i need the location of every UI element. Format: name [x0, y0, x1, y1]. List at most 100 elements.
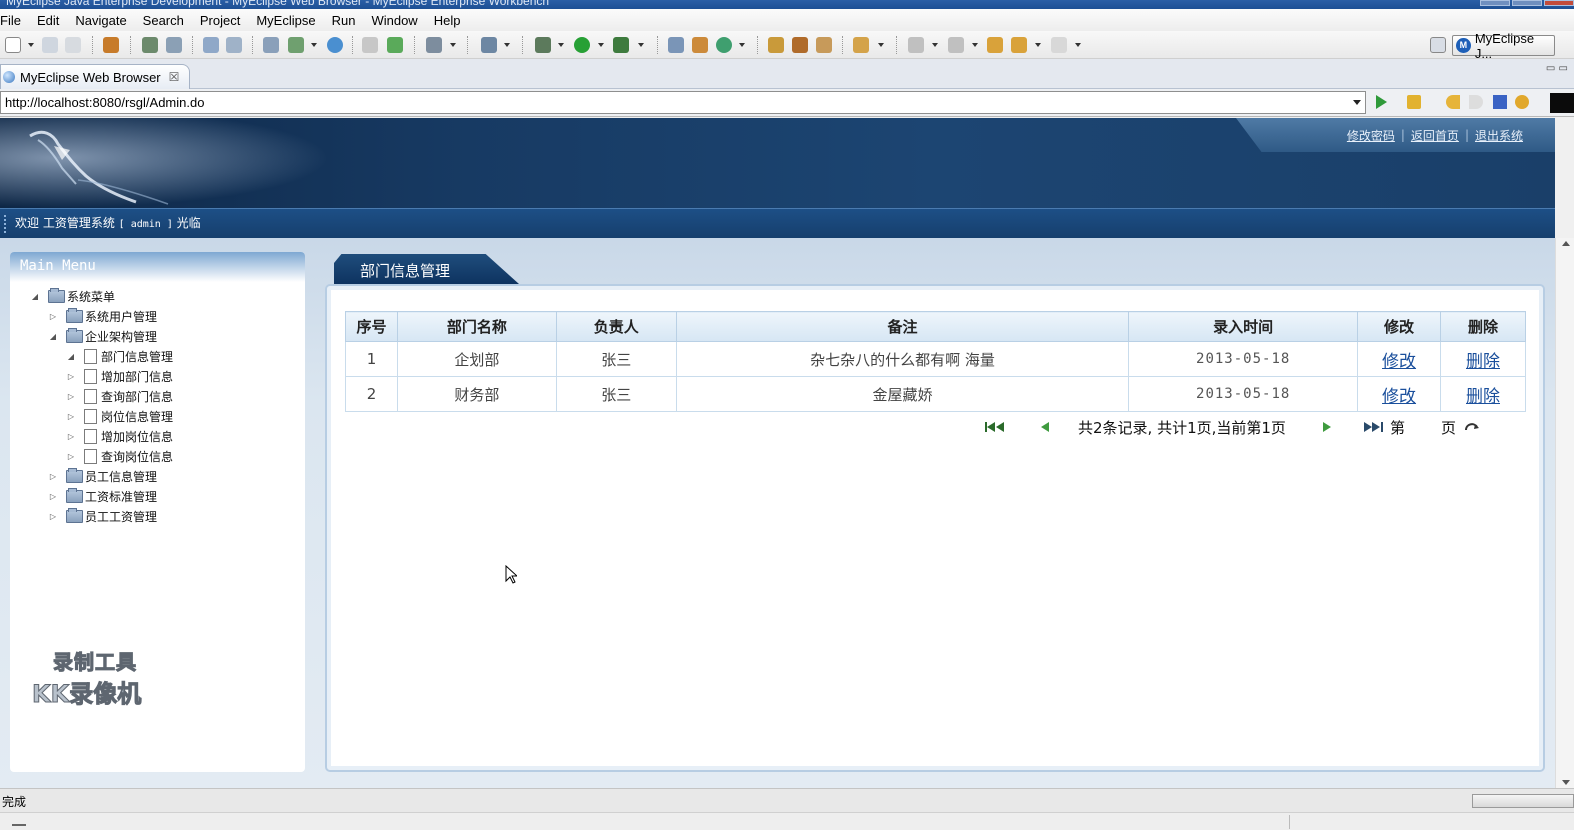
perspective-button[interactable]: M MyEclipse J... — [1452, 31, 1555, 61]
new-package-icon[interactable] — [692, 37, 708, 53]
browser-menu-icon[interactable] — [1550, 93, 1574, 113]
scroll-up-icon[interactable] — [1562, 241, 1570, 246]
first-page-icon[interactable] — [984, 421, 1006, 433]
chevron-down-icon[interactable] — [638, 43, 644, 47]
logout-link[interactable]: 退出系统 — [1475, 127, 1523, 144]
chevron-down-icon[interactable] — [932, 43, 938, 47]
tree-item-org[interactable]: ◢ 企业架构管理 — [48, 326, 157, 346]
fast-view-icon[interactable] — [12, 818, 26, 826]
undeploy-icon[interactable] — [226, 37, 242, 53]
menu-file[interactable]: File — [0, 13, 29, 28]
tree-item-dept-info[interactable]: ◢ 部门信息管理 — [66, 346, 173, 366]
db-icon[interactable] — [263, 37, 279, 53]
chevron-down-icon[interactable] — [311, 43, 317, 47]
menu-project[interactable]: Project — [192, 13, 248, 28]
url-input[interactable] — [0, 91, 1366, 114]
chevron-down-icon[interactable] — [28, 43, 34, 47]
task-icon[interactable] — [816, 37, 832, 53]
add-icon[interactable] — [387, 37, 403, 53]
chevron-down-icon[interactable] — [504, 43, 510, 47]
go-icon[interactable] — [1376, 95, 1387, 109]
camera-icon[interactable] — [426, 37, 442, 53]
debug-icon[interactable] — [535, 37, 551, 53]
new-icon[interactable] — [5, 37, 21, 53]
vertical-scrollbar[interactable] — [1555, 238, 1574, 788]
open-type-icon[interactable] — [481, 37, 497, 53]
chevron-down-icon[interactable] — [1075, 43, 1081, 47]
deploy-icon[interactable] — [203, 37, 219, 53]
globe-icon[interactable] — [327, 37, 343, 53]
collapse-icon[interactable]: ◢ — [48, 332, 58, 341]
tree-item-add-dept[interactable]: ▷ 增加部门信息 — [66, 366, 173, 386]
edit-link[interactable]: 修改 — [1382, 387, 1416, 407]
back-icon[interactable] — [1011, 37, 1027, 53]
server-icon[interactable] — [166, 37, 182, 53]
tree-item-post-info[interactable]: ▷ 岗位信息管理 — [66, 406, 173, 426]
tree-item-system-users[interactable]: ▷ 系统用户管理 — [48, 306, 157, 326]
chevron-down-icon[interactable] — [1353, 100, 1361, 105]
link-icon[interactable] — [362, 37, 378, 53]
gear-icon[interactable] — [142, 37, 158, 53]
expand-icon[interactable]: ▷ — [48, 472, 58, 481]
menu-window[interactable]: Window — [363, 13, 425, 28]
expand-icon[interactable]: ▷ — [48, 512, 58, 521]
forward-icon[interactable] — [1051, 37, 1067, 53]
expand-icon[interactable]: ▷ — [66, 432, 76, 441]
back-icon[interactable] — [1446, 95, 1460, 109]
external-tools-icon[interactable] — [613, 37, 629, 53]
run-icon[interactable] — [574, 37, 590, 53]
tree-item-add-post[interactable]: ▷ 增加岗位信息 — [66, 426, 173, 446]
expand-icon[interactable]: ▷ — [66, 412, 76, 421]
search-icon[interactable] — [853, 37, 869, 53]
chevron-down-icon[interactable] — [878, 43, 884, 47]
package-icon[interactable] — [103, 37, 119, 53]
expand-icon[interactable]: ▷ — [48, 492, 58, 501]
collapse-icon[interactable]: ◢ — [30, 292, 40, 301]
collapse-icon[interactable]: ◢ — [66, 352, 76, 361]
next-page-icon[interactable] — [1322, 421, 1332, 433]
tree-root[interactable]: ◢ 系统菜单 — [30, 286, 115, 306]
last-edit-icon[interactable] — [987, 37, 1003, 53]
tree-item-salary[interactable]: ▷ 员工工资管理 — [48, 506, 157, 526]
close-window-button[interactable] — [1544, 0, 1574, 6]
minimize-maximize-icon[interactable]: ▭ ▭ — [1546, 63, 1568, 74]
menu-myeclipse[interactable]: MyEclipse — [248, 13, 323, 28]
chevron-down-icon[interactable] — [450, 43, 456, 47]
open-folder-icon[interactable] — [768, 37, 784, 53]
chevron-down-icon[interactable] — [972, 43, 978, 47]
save-all-icon[interactable] — [65, 37, 81, 53]
close-icon[interactable]: ☒ — [169, 70, 180, 84]
delete-link[interactable]: 删除 — [1466, 387, 1500, 407]
page-number-input[interactable] — [1406, 418, 1441, 436]
scroll-down-icon[interactable] — [1562, 780, 1570, 785]
menu-search[interactable]: Search — [135, 13, 192, 28]
expand-icon[interactable]: ▷ — [66, 372, 76, 381]
expand-icon[interactable]: ▷ — [66, 392, 76, 401]
chevron-down-icon[interactable] — [739, 43, 745, 47]
expand-icon[interactable]: ▷ — [66, 452, 76, 461]
favorites-icon[interactable] — [1407, 95, 1421, 109]
chevron-down-icon[interactable] — [598, 43, 604, 47]
tree-item-salary-standard[interactable]: ▷ 工资标准管理 — [48, 486, 157, 506]
tree-item-query-post[interactable]: ▷ 查询岗位信息 — [66, 446, 173, 466]
minimize-button[interactable] — [1480, 0, 1510, 6]
change-password-link[interactable]: 修改密码 — [1347, 127, 1395, 144]
refresh-icon[interactable] — [1515, 95, 1529, 109]
chevron-down-icon[interactable] — [558, 43, 564, 47]
next-annotation-icon[interactable] — [908, 37, 924, 53]
tree-item-query-dept[interactable]: ▷ 查询部门信息 — [66, 386, 173, 406]
new-project-icon[interactable] — [668, 37, 684, 53]
tree-item-employee[interactable]: ▷ 员工信息管理 — [48, 466, 157, 486]
menu-run[interactable]: Run — [324, 13, 364, 28]
pen-icon[interactable] — [792, 37, 808, 53]
maximize-button[interactable] — [1512, 0, 1542, 6]
menu-help[interactable]: Help — [426, 13, 469, 28]
edit-link[interactable]: 修改 — [1382, 352, 1416, 372]
tab-web-browser[interactable]: MyEclipse Web Browser ☒ — [0, 64, 190, 89]
chevron-down-icon[interactable] — [1035, 43, 1041, 47]
delete-link[interactable]: 删除 — [1466, 352, 1500, 372]
prev-page-icon[interactable] — [1040, 421, 1050, 433]
new-class-icon[interactable] — [716, 37, 732, 53]
forward-icon[interactable] — [1469, 95, 1483, 109]
save-icon[interactable] — [42, 37, 58, 53]
